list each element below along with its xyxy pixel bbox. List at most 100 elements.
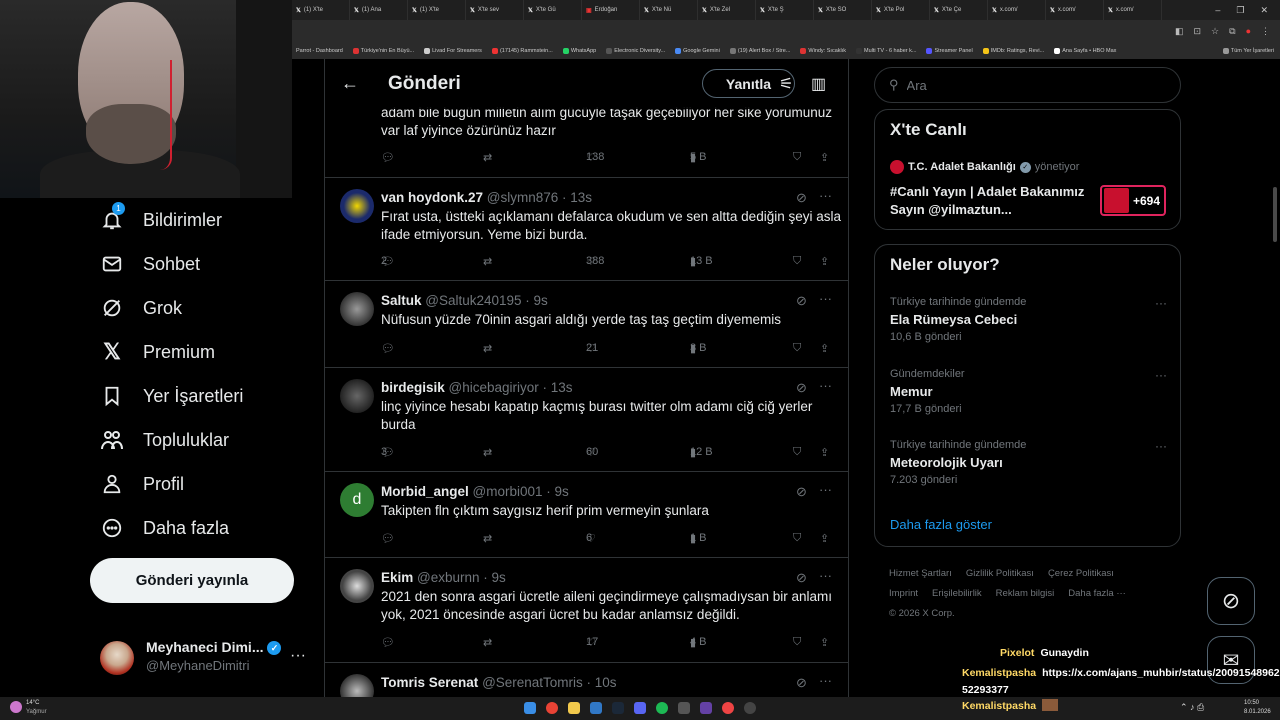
footer-link[interactable]: Çerez Politikası	[1048, 568, 1114, 579]
retweet-icon[interactable]: ⇄	[483, 532, 492, 545]
bookmark-icon[interactable]: ⛉	[793, 636, 801, 649]
account-switcher[interactable]: Meyhaneci Dimi... ✓ @MeyhaneDimitri ···	[100, 637, 312, 677]
bookmark[interactable]: Google Gemini	[675, 47, 720, 54]
bookmark[interactable]: Multi TV - 6 haber k...	[856, 47, 916, 54]
tweet-author[interactable]: birdegisik	[381, 380, 445, 395]
grok-button[interactable]: ⊘	[1207, 577, 1255, 625]
more-icon[interactable]: ···	[819, 568, 832, 583]
footer-link[interactable]: Hizmet Şartları	[889, 568, 952, 579]
reader-mode-icon[interactable]: ▥	[811, 74, 826, 94]
tweet[interactable]: van hoydonk.27 @slymn876 · 13s ⊘ ··· Fır…	[325, 178, 848, 281]
footer-link[interactable]: Reklam bilgisi	[996, 588, 1055, 599]
more-icon[interactable]: ···	[290, 647, 306, 665]
live-source-name[interactable]: T.C. Adalet Bakanlığı	[908, 161, 1016, 173]
retweet-icon[interactable]: ⇄	[483, 342, 492, 355]
discord-icon[interactable]	[634, 702, 646, 714]
grok-icon[interactable]: ⊘	[796, 380, 807, 396]
browser-tab[interactable]: 𝕏 X'te sev	[466, 0, 524, 20]
bookmark-icon[interactable]: ⛉	[793, 446, 801, 459]
browser-tab[interactable]: 𝕏 X'te SO	[814, 0, 872, 20]
browser-tab[interactable]: 𝕏 X'te Ş	[756, 0, 814, 20]
weather-temp[interactable]: 14°C	[26, 700, 39, 706]
grok-icon[interactable]: ⊘	[796, 293, 807, 309]
app-icon[interactable]	[722, 702, 734, 714]
browser-tab[interactable]: 𝕏 (1) X'te	[292, 0, 350, 20]
tweet-author[interactable]: van hoydonk.27	[381, 190, 483, 205]
live-card[interactable]: X'te Canlı T.C. Adalet Bakanlığı ✓ yönet…	[874, 109, 1181, 230]
footer-link[interactable]: Erişilebilirlik	[932, 588, 982, 599]
browser-tab[interactable]: 𝕏x.com/	[988, 0, 1046, 20]
reply-icon[interactable]: 💬︎	[381, 636, 395, 649]
bookmark[interactable]: Ana Sayfa • HBO Max	[1054, 47, 1116, 54]
close-icon[interactable]: ✕	[1260, 5, 1268, 16]
post-button[interactable]: Gönderi yayınla	[90, 558, 294, 603]
star-icon[interactable]: ☆	[1211, 26, 1219, 37]
browser-tab[interactable]: 𝕏 X'te Nü	[640, 0, 698, 20]
scrollbar[interactable]	[1273, 62, 1278, 697]
camera-icon[interactable]: ◧	[1175, 26, 1184, 37]
nav-chat[interactable]: Sohbet	[100, 249, 200, 279]
bookmark-icon[interactable]: ⛉	[793, 151, 801, 164]
show-more-link[interactable]: Daha fazla göster	[890, 517, 992, 532]
nav-premium[interactable]: 𝕏 Premium	[100, 337, 215, 367]
browser-tab[interactable]: 𝕏x.com/	[1104, 0, 1162, 20]
trend-item[interactable]: Türkiye tarihinde gündemde Ela Rümeysa C…	[890, 296, 1175, 343]
tweet[interactable]: birdegisik @hicebagiriyor · 13s ⊘ ··· li…	[325, 368, 848, 472]
more-icon[interactable]: ···	[819, 482, 832, 497]
bookmark[interactable]: WhatsApp	[562, 47, 596, 54]
retweet-icon[interactable]: ⇄	[483, 151, 492, 164]
more-icon[interactable]: ···	[819, 188, 832, 203]
tweet-author[interactable]: Saltuk	[381, 293, 422, 308]
more-icon[interactable]: ···	[819, 291, 832, 306]
reply-icon[interactable]: 💬︎	[381, 342, 395, 355]
browser-tab[interactable]: 𝕏 (1) Ana	[350, 0, 408, 20]
extensions-icon[interactable]: ⧉	[1229, 26, 1235, 37]
grok-icon[interactable]: ⊘	[796, 190, 807, 206]
nav-more[interactable]: Daha fazla	[100, 513, 229, 543]
share-icon[interactable]: ⇪	[820, 532, 829, 545]
more-icon[interactable]: ···	[1155, 368, 1167, 382]
nav-profile[interactable]: Profil	[100, 469, 184, 499]
clock-time[interactable]: 10:50	[1244, 700, 1259, 706]
browser-tab[interactable]: 𝕏x.com/	[1046, 0, 1104, 20]
browser-tab[interactable]: 𝕏 X'te Gü	[524, 0, 582, 20]
app-icon[interactable]	[678, 702, 690, 714]
more-icon[interactable]: ···	[819, 378, 832, 393]
bookmark[interactable]: Electronic Diversity...	[606, 47, 665, 54]
spotify-icon[interactable]	[656, 702, 668, 714]
reply-icon[interactable]: 💬︎	[381, 532, 395, 545]
tweet-author[interactable]: Ekim	[381, 570, 413, 585]
nav-grok[interactable]: Grok	[100, 293, 182, 323]
browser-tab[interactable]: 𝕏 (1) X'te	[408, 0, 466, 20]
bookmark-icon[interactable]: ⛉	[793, 342, 801, 355]
tweet[interactable]: Saltuk @Saltuk240195 · 9s ⊘ ··· Nüfusun …	[325, 281, 848, 368]
app-icon[interactable]	[700, 702, 712, 714]
live-count-badge[interactable]: +694	[1100, 185, 1166, 216]
start-icon[interactable]	[524, 702, 536, 714]
filter-icon[interactable]: ⚟	[779, 74, 793, 94]
bookmark-folder[interactable]: Tüm Yer İşaretleri	[1222, 47, 1280, 54]
trend-item[interactable]: Gündemdekiler Memur 17,7 B gönderi ···	[890, 368, 1175, 415]
bookmark[interactable]: (17145) Rammstein...	[491, 47, 553, 54]
app-icon[interactable]	[590, 702, 602, 714]
profile-icon[interactable]: ●	[1246, 26, 1251, 36]
tweet[interactable]: Ekim @exburnn · 9s ⊘ ··· 2021 den sonra …	[325, 558, 848, 663]
bookmark[interactable]: Parrot - Dashboard	[296, 48, 343, 54]
bookmark[interactable]: Türkiye'nin En Büyü...	[352, 47, 414, 54]
share-icon[interactable]: ⇪	[820, 342, 829, 355]
grok-icon[interactable]: ⊘	[796, 484, 807, 500]
system-tray-icons[interactable]: ⌃ ♪ ⎙	[1180, 702, 1204, 713]
share-icon[interactable]: ⇪	[820, 636, 829, 649]
obs-icon[interactable]	[744, 702, 756, 714]
steam-icon[interactable]	[612, 702, 624, 714]
avatar[interactable]	[340, 569, 374, 603]
folder-icon[interactable]	[568, 702, 580, 714]
avatar[interactable]: d	[340, 483, 374, 517]
bookmark[interactable]: IMDb: Ratings, Revi...	[982, 47, 1044, 54]
more-icon[interactable]: ···	[1155, 439, 1167, 453]
avatar[interactable]	[340, 674, 374, 697]
tweet-author[interactable]: Morbid_angel	[381, 484, 469, 499]
share-icon[interactable]: ⇪	[820, 446, 829, 459]
bookmark[interactable]: Streamer Panel	[926, 47, 973, 54]
retweet-icon[interactable]: ⇄	[483, 636, 492, 649]
